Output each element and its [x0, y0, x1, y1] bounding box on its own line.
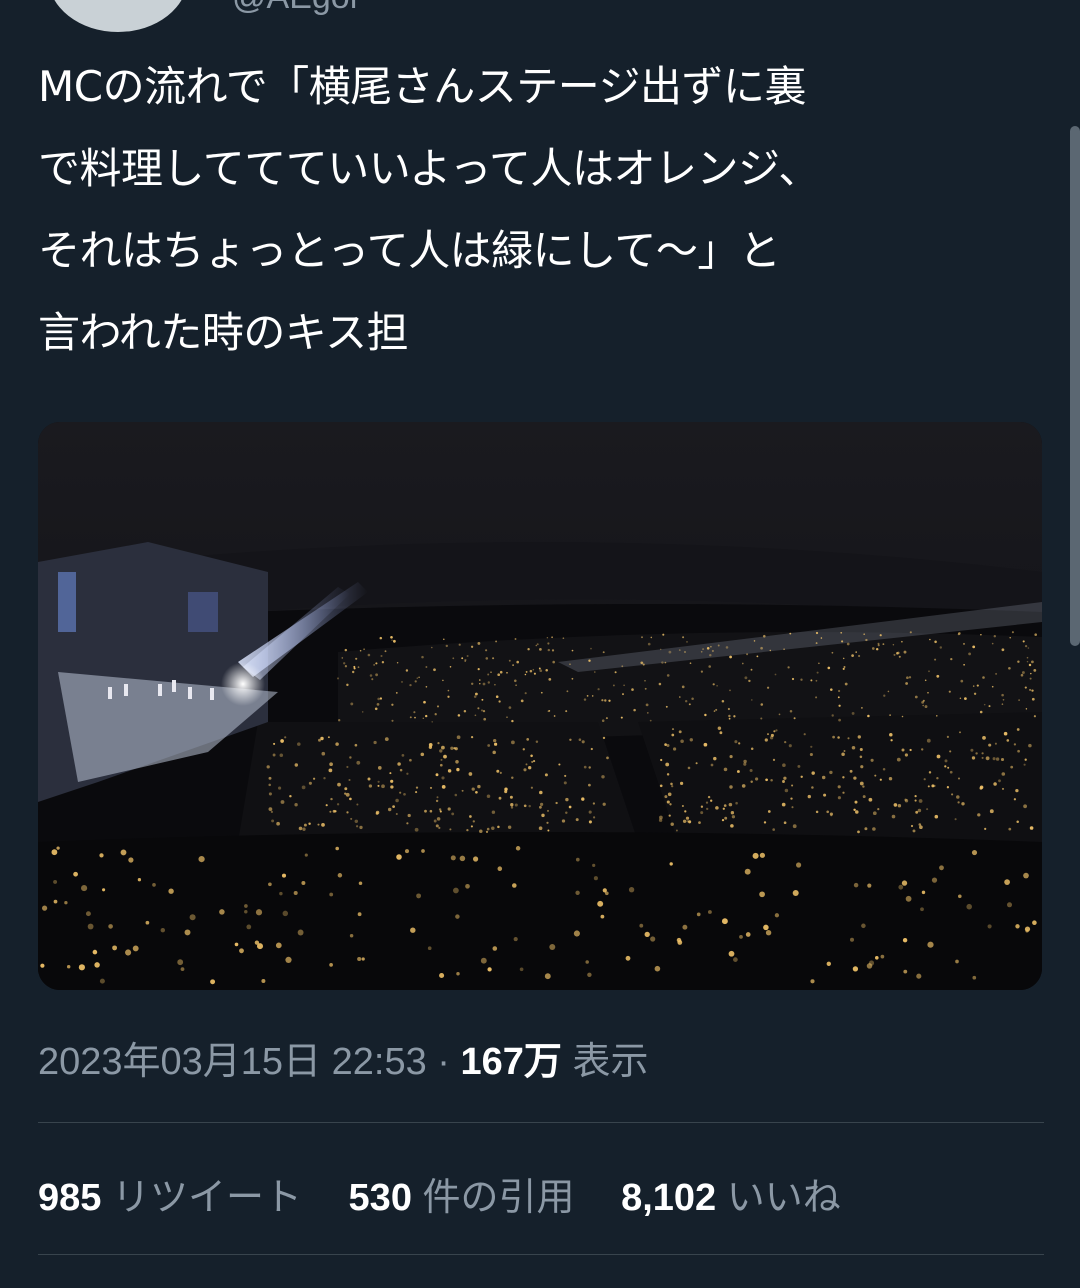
scrollbar[interactable] [1070, 126, 1080, 646]
retweets-stat[interactable]: 985 リツイート [38, 1166, 302, 1221]
like-label: いいね [726, 1177, 841, 1219]
tweet-media-image[interactable] [38, 422, 1042, 990]
tweet-datetime[interactable]: 2023年03月15日 22:53 [38, 1041, 427, 1083]
like-count: 8,102 [621, 1177, 717, 1219]
retweet-count: 985 [38, 1177, 102, 1219]
tweet-metadata: 2023年03月15日 22:53 · 167万 表示 [38, 1030, 649, 1085]
tweet-text: MCの流れで「横尾さんステージ出ずに裏 で料理しててていいよって人はオレンジ、 … [38, 62, 820, 357]
concert-arena-image [38, 422, 1042, 990]
quotes-stat[interactable]: 530 件の引用 [349, 1166, 575, 1221]
quote-label: 件の引用 [422, 1177, 575, 1219]
view-count: 167万 [460, 1041, 562, 1083]
divider [38, 1254, 1044, 1255]
retweet-label: リツイート [111, 1177, 302, 1219]
likes-stat[interactable]: 8,102 いいね [621, 1166, 841, 1221]
view-label: 表示 [572, 1041, 649, 1083]
avatar[interactable] [48, 0, 188, 32]
quote-count: 530 [348, 1177, 412, 1219]
meta-separator: · [437, 1041, 450, 1083]
user-handle[interactable]: @AEgor [232, 0, 361, 17]
divider [38, 1122, 1044, 1123]
engagement-stats: 985 リツイート 530 件の引用 8,102 いいね [38, 1166, 877, 1221]
